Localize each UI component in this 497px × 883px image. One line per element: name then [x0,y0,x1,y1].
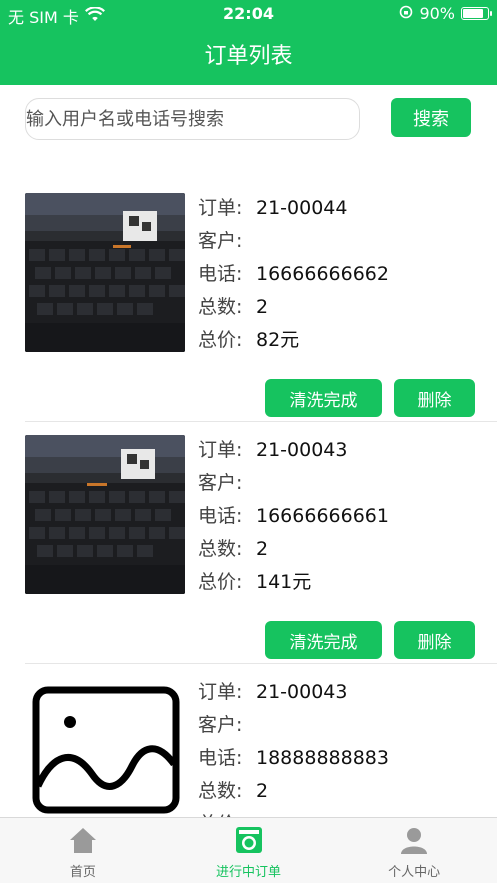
image-placeholder-icon [32,686,180,814]
home-icon [68,826,98,858]
tab-home[interactable]: 首页 [0,818,166,883]
phone-number: 16666666662 [256,263,389,285]
price-label: 总价: [198,808,256,817]
order-card: 订单: 21-00043 客户: 电话: 16666666661 总数: 2 总价: 1… [0,422,497,664]
item-count: 2 [256,538,269,560]
tab-active-orders[interactable]: 进行中订单 [166,818,332,883]
order-card: 订单: 21-00043 客户: 电话: 18888888883 总数: 2 总价: [0,664,497,817]
customer-label: 客户: [198,230,243,252]
customer-label: 客户: [198,472,243,494]
status-right: 90% [399,4,492,23]
nav-bar: 订单列表 [0,28,497,85]
order-thumbnail[interactable] [32,686,182,816]
complete-cleaning-button[interactable]: 清洗完成 [265,621,382,659]
delete-button[interactable]: 删除 [394,379,475,417]
search-button[interactable]: 搜索 [391,98,471,137]
person-icon [399,826,429,858]
order-label: 订单: [198,197,243,219]
phone-number: 18888888883 [256,747,389,769]
count-label: 总数: [198,780,243,802]
keyboard-photo [25,435,185,594]
battery-percent: 90% [419,4,455,23]
tab-profile[interactable]: 个人中心 [331,818,497,883]
washing-machine-icon [235,826,263,858]
order-thumbnail[interactable] [25,193,185,352]
total-price: 82元 [256,329,300,351]
item-count: 2 [256,780,269,802]
customer-label: 客户: [198,714,243,736]
phone-label: 电话: [198,505,243,527]
order-list[interactable]: 订单: 21-00044 客户: 电话: 16666666662 总数: 2 总价: 8… [0,180,497,817]
price-label: 总价: [198,329,243,351]
tab-label: 首页 [69,865,96,880]
order-card: 订单: 21-00044 客户: 电话: 16666666662 总数: 2 总价: 8… [0,180,497,422]
search-input[interactable] [25,98,360,140]
phone-label: 电话: [198,263,243,285]
price-label: 总价: [198,571,243,593]
search-bar: 搜索 [0,85,497,155]
order-actions: 清洗完成 删除 [265,621,475,659]
order-info: 订单: 21-00044 客户: 电话: 16666666662 总数: 2 总价: 8… [198,192,389,357]
phone-number: 16666666661 [256,505,389,527]
order-label: 订单: [198,681,243,703]
status-bar: 无 SIM 卡 22:04 90% [0,0,497,28]
count-label: 总数: [198,296,243,318]
tab-label: 进行中订单 [216,865,282,880]
order-id: 21-00043 [256,439,348,461]
order-id: 21-00043 [256,681,348,703]
delete-button[interactable]: 删除 [394,621,475,659]
order-actions: 清洗完成 删除 [265,379,475,417]
phone-label: 电话: [198,747,243,769]
tab-bar: 首页 进行中订单 个人中心 [0,817,497,883]
order-id: 21-00044 [256,197,348,219]
order-label: 订单: [198,439,243,461]
keyboard-photo [25,193,185,352]
count-label: 总数: [198,538,243,560]
order-info: 订单: 21-00043 客户: 电话: 18888888883 总数: 2 总价: [198,676,389,817]
battery-icon [461,7,492,20]
tab-label: 个人中心 [388,865,441,880]
total-price: 141元 [256,571,312,593]
page-title: 订单列表 [204,44,293,69]
complete-cleaning-button[interactable]: 清洗完成 [265,379,382,417]
order-thumbnail[interactable] [25,435,185,594]
rotation-lock-icon [399,4,413,23]
order-info: 订单: 21-00043 客户: 电话: 16666666661 总数: 2 总价: 1… [198,434,389,599]
item-count: 2 [256,296,269,318]
